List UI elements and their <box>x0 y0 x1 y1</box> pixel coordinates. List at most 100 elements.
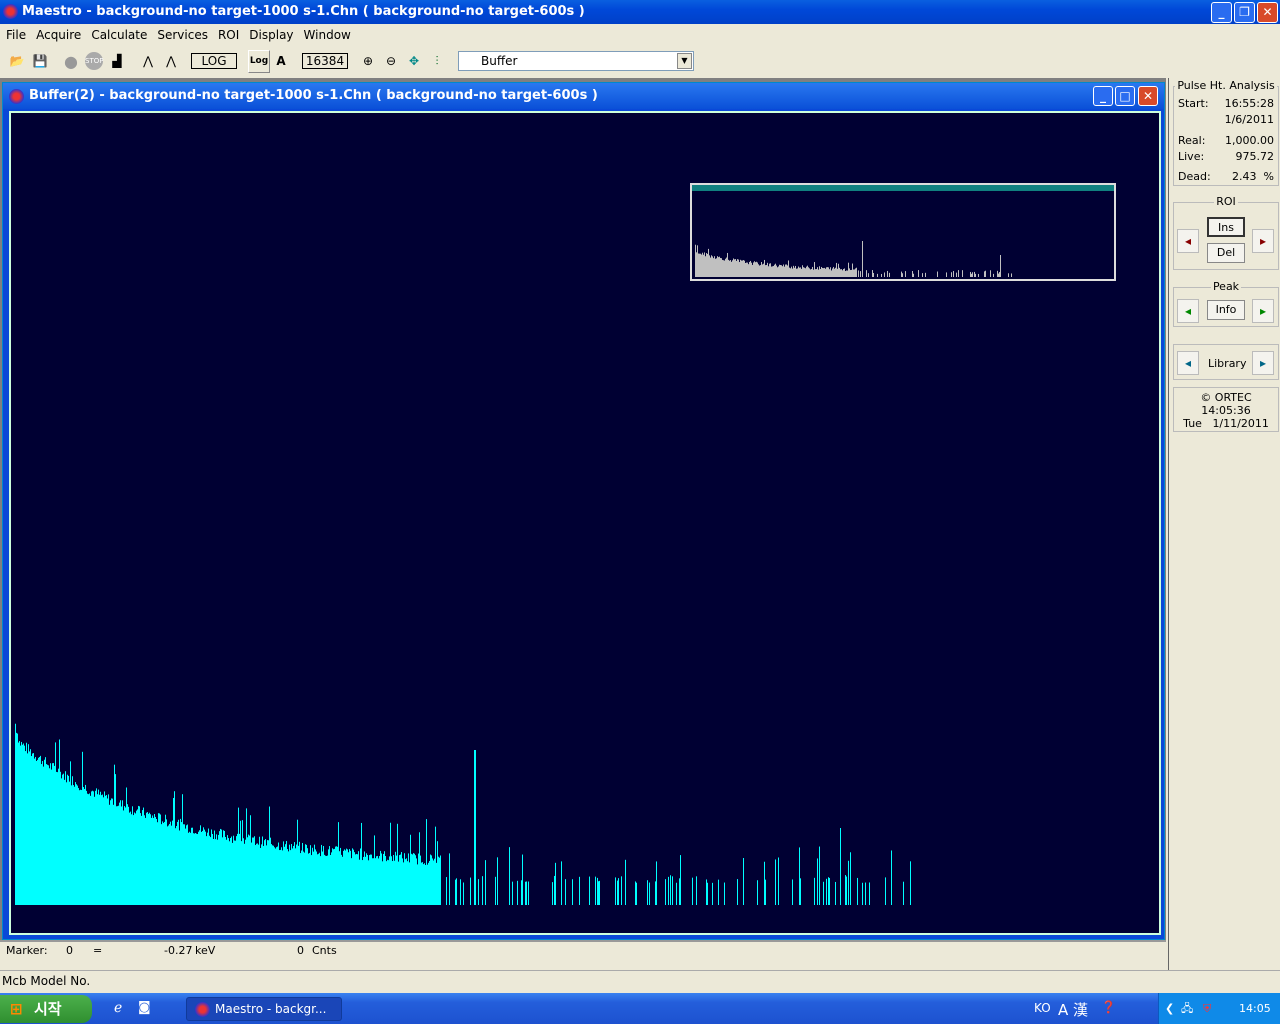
overview-channel <box>881 273 882 277</box>
spectrum-channel <box>401 852 402 905</box>
spectrum-channel <box>398 861 399 905</box>
overview-channel <box>715 258 716 277</box>
spectrum-channel <box>100 791 101 905</box>
spectrum-channel <box>47 764 48 905</box>
peak-prev-icon[interactable]: ◂ <box>1177 299 1199 323</box>
buffer-select[interactable]: Buffer ▼ <box>458 51 694 71</box>
peak-next-icon[interactable]: ▸ <box>1252 299 1274 323</box>
spectrum-channel <box>126 787 127 905</box>
log-scale-display[interactable]: LOG <box>191 53 237 69</box>
spectrum-channel <box>119 802 120 905</box>
clear-spectrum-icon[interactable]: ▟ <box>106 50 128 73</box>
child-minimize-button[interactable]: _ <box>1093 86 1113 106</box>
center-icon[interactable]: ✥ <box>403 50 425 73</box>
menu-roi[interactable]: ROI <box>218 24 239 46</box>
menu-calculate[interactable]: Calculate <box>91 24 147 46</box>
overview-channel <box>845 271 846 277</box>
spectrum-channel <box>618 878 619 905</box>
stop-acquire-icon[interactable]: STOP <box>83 50 105 73</box>
overview-channel <box>810 269 811 277</box>
spectrum-channel <box>15 723 16 905</box>
ime-mode[interactable]: A 漢 <box>1058 999 1088 1020</box>
overview-channel <box>780 264 781 277</box>
peak-left-icon[interactable]: ⋀ <box>137 50 159 73</box>
spectrum-channel <box>227 835 228 905</box>
spectrum-channel <box>415 855 416 905</box>
full-spectrum-overview[interactable] <box>690 183 1116 281</box>
spectrum-channel <box>70 761 71 905</box>
spectrum-channel <box>417 864 418 905</box>
status-text: Mcb Model No. <box>2 974 91 988</box>
spectrum-channel <box>432 858 433 905</box>
spectrum-channel <box>426 819 427 905</box>
spectrum-channel <box>73 785 74 905</box>
menu-window[interactable]: Window <box>304 24 351 46</box>
library-prev-icon[interactable]: ◂ <box>1177 351 1199 375</box>
open-folder-icon[interactable]: 📂 <box>6 50 28 73</box>
overview-channel <box>771 266 772 277</box>
overview-channel <box>799 267 800 277</box>
spectrum-channel <box>403 862 404 905</box>
ime-language[interactable]: KO <box>1034 1001 1051 1015</box>
library-next-icon[interactable]: ▸ <box>1252 351 1274 375</box>
spectrum-channel <box>156 818 157 905</box>
save-icon[interactable]: 💾 <box>29 50 51 73</box>
spectrum-channel <box>343 850 344 905</box>
overview-channel <box>813 269 814 277</box>
security-icon[interactable]: ⛨ <box>1203 993 1211 1024</box>
start-acquire-icon[interactable]: ● <box>60 50 82 73</box>
network-icon[interactable]: 🖧 <box>1181 993 1193 1024</box>
chevron-down-icon[interactable]: ▼ <box>677 53 692 69</box>
overview-channel <box>723 260 724 277</box>
menu-acquire[interactable]: Acquire <box>36 24 81 46</box>
start-button[interactable]: ⊞ 시작 <box>0 995 92 1023</box>
roi-delete-button[interactable]: Del <box>1207 243 1245 263</box>
zoom-in-icon[interactable]: ⊕ <box>357 50 379 73</box>
overview-channel <box>708 248 709 277</box>
overview-channel <box>978 273 979 277</box>
ie-icon[interactable]: ℯ <box>114 1000 122 1016</box>
restore-button[interactable]: ❐ <box>1234 2 1255 23</box>
child-maximize-button[interactable]: □ <box>1115 86 1135 106</box>
spectrum-channel <box>109 804 110 905</box>
overview-channel <box>698 253 699 277</box>
peak-right-icon[interactable]: ⋀ <box>160 50 182 73</box>
help-icon[interactable]: ❓ <box>1101 1000 1116 1014</box>
spectrum-channel <box>40 755 41 905</box>
close-button[interactable]: ✕ <box>1257 2 1278 23</box>
spectrum-channel <box>16 732 17 905</box>
auto-scale-button[interactable]: A <box>271 50 291 73</box>
spectrum-channel <box>358 851 359 905</box>
menu-services[interactable]: Services <box>157 24 208 46</box>
library-label: Library <box>1208 357 1247 370</box>
tray-expand-icon[interactable]: ❮ <box>1165 993 1174 1024</box>
child-close-button[interactable]: ✕ <box>1138 86 1158 106</box>
overview-channel <box>998 273 999 277</box>
log-toggle-button[interactable]: Log <box>248 50 270 73</box>
outlook-icon[interactable]: ◙ <box>138 1000 151 1015</box>
overview-channel <box>697 245 698 277</box>
spectrum-channel <box>424 863 425 905</box>
roi-prev-icon[interactable]: ◂ <box>1177 229 1199 253</box>
roi-insert-button[interactable]: Ins <box>1207 217 1245 237</box>
spectrum-channel <box>470 877 471 905</box>
fullview-icon[interactable]: ⫶ <box>426 50 448 73</box>
peak-info-button[interactable]: Info <box>1207 300 1245 320</box>
minimize-button[interactable]: _ <box>1211 2 1232 23</box>
channel-count-display[interactable]: 16384 <box>302 53 348 69</box>
zoom-out-icon[interactable]: ⊖ <box>380 50 402 73</box>
spectrum-channel <box>378 858 379 905</box>
overview-channel <box>765 265 766 277</box>
menu-display[interactable]: Display <box>249 24 293 46</box>
overview-channel <box>713 258 714 277</box>
spectrum-channel <box>680 855 681 905</box>
roi-next-icon[interactable]: ▸ <box>1252 229 1274 253</box>
spectrum-channel <box>404 853 405 905</box>
spectrum-channel <box>232 842 233 905</box>
spectrum-channel <box>23 743 24 905</box>
spectrum-channel <box>348 852 349 905</box>
menu-file[interactable]: File <box>6 24 26 46</box>
taskbar-item-maestro[interactable]: Maestro - backgr... <box>186 997 342 1021</box>
overview-channel <box>739 262 740 277</box>
spectrum-channel <box>196 833 197 905</box>
